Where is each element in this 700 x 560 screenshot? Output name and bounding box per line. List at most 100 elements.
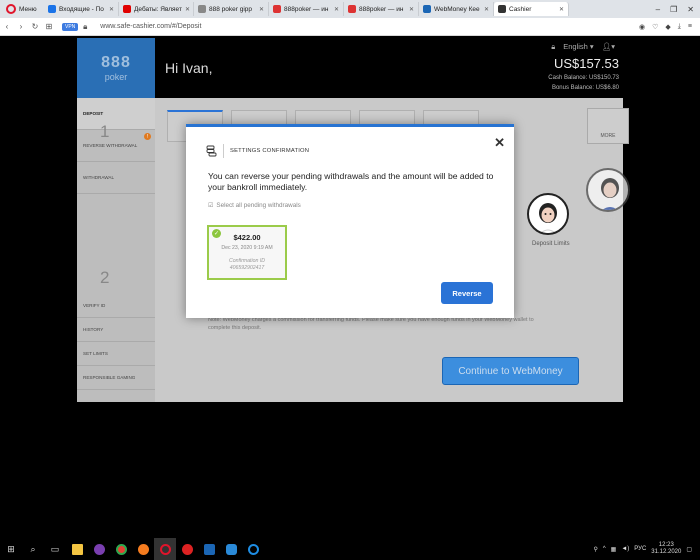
browser-tab[interactable]: 888 poker gipp ✕ [194,2,269,16]
sidebar-item-reverse-withdrawal[interactable]: Reverse withdrawal ! [77,130,155,162]
browser-tab[interactable]: Входящие - По ✕ [44,2,119,16]
close-icon[interactable]: ✕ [494,135,505,151]
tab-label: Входящие - По [59,5,104,13]
search-icon[interactable]: ⌕ [22,538,44,560]
language-selector[interactable]: English ▾ [563,42,593,52]
download-icon[interactable]: ⤓ [678,23,681,31]
opera-logo-icon [6,4,16,14]
help-avatar[interactable] [586,168,630,212]
browser-tab[interactable]: WebMoney Кее ✕ [419,2,494,16]
tor-browser-icon[interactable] [88,538,110,560]
vpn-badge[interactable]: VPN [62,22,79,31]
greeting: Hi Ivan, [165,60,213,76]
888poker-logo: 888 poker [77,38,155,98]
bonus-balance: Bonus Balance: US$6.80 [551,85,619,91]
forward-icon[interactable]: › [14,22,28,31]
heart-icon[interactable]: ♡ [652,23,658,31]
app-blue-icon[interactable] [198,538,220,560]
speed-dial-icon[interactable]: ⊞ [42,22,56,31]
support-avatar[interactable] [527,193,569,235]
tab-close-icon[interactable]: ✕ [559,6,564,13]
tab-close-icon[interactable]: ✕ [484,6,489,13]
reverse-button[interactable]: Reverse [441,282,493,304]
tab-favicon-icon [198,5,206,13]
settings-confirmation-modal: SETTINGS CONFIRMATION ✕ You can reverse … [186,124,514,318]
header-divider [223,144,224,158]
help-label[interactable]: Help? [600,216,616,222]
menu-label: Меню [19,5,37,13]
more-payments-button[interactable]: MORE [587,108,629,144]
sidebar-item-responsible-gaming[interactable]: Responsible Gaming [77,366,155,390]
maximize-icon[interactable]: ❐ [670,5,677,14]
tab-favicon-icon [348,5,356,13]
select-all-label: Select all pending withdrawals [216,202,301,209]
select-all-checkbox[interactable]: ☑ Select all pending withdrawals [208,202,301,209]
tab-label: 888poker — ин [359,5,404,13]
clock[interactable]: 12:23 31.12.2020 [651,542,681,556]
site-header: 888 poker Hi Ivan, 🔒︎ English ▾ 👤︎▾ US$1… [77,38,623,98]
browser-tab[interactable]: Cashier ✕ [494,2,569,16]
modal-header: SETTINGS CONFIRMATION [206,144,309,158]
confirmation-id-value: 406592902417 [229,265,265,271]
tab-close-icon[interactable]: ✕ [334,6,339,13]
windows-taskbar: ⊞ ⌕ ▭ ⚲ ^ ▦ ◄) РУС 12:23 31.12.2020 ▢ [0,538,700,560]
minimize-icon[interactable]: – [656,5,660,14]
confirmation-id-label: Confirmation ID [228,258,266,264]
back-icon[interactable]: ‹ [0,22,14,31]
opera-taskbar-icon[interactable] [154,538,176,560]
tray-volume-icon[interactable]: ◄) [621,546,629,552]
address-bar: ‹ › ↻ ⊞ VPN 🔒︎ www.safe-cashier.com/#/De… [0,18,700,36]
shield-icon[interactable]: ◆ [665,23,670,31]
user-icon[interactable]: 👤︎▾ [602,42,615,52]
tab-close-icon[interactable]: ✕ [109,6,114,13]
camera-icon[interactable]: ◉ [639,23,645,31]
modal-title: SETTINGS CONFIRMATION [230,148,310,154]
close-window-icon[interactable]: ✕ [687,5,694,14]
modal-message: You can reverse your pending withdrawals… [208,171,494,192]
file-explorer-icon[interactable] [66,538,88,560]
lock-icon: 🔒︎ [83,21,88,31]
opera-menu-button[interactable]: Меню [0,4,44,14]
browser-tab[interactable]: Дебаты: Являет ✕ [119,2,194,16]
chrome-icon[interactable] [110,538,132,560]
task-view-icon[interactable]: ▭ [44,538,66,560]
app-shield-icon[interactable] [220,538,242,560]
deposit-limits-link[interactable]: Deposit Limits [532,241,570,247]
sidebar: Deposit Reverse withdrawal ! Withdrawal … [77,98,155,402]
menu-icon[interactable]: ≡ [688,23,692,31]
sidebar-item-verify-id[interactable]: Verify ID [77,294,155,318]
tab-label: 888poker — ин [284,5,329,13]
pending-withdrawal-card[interactable]: ✓ $422.00 Dec 23, 2020 9:19 AM Confirmat… [207,225,287,280]
notifications-icon[interactable]: ▢ [686,546,692,553]
browser-tab[interactable]: 888poker — ин ✕ [269,2,344,16]
tab-favicon-icon [123,5,131,13]
tab-close-icon[interactable]: ✕ [185,6,190,13]
cash-balance: Cash Balance: US$150.73 [548,75,619,81]
firefox-icon[interactable] [132,538,154,560]
browser-tab[interactable]: 888poker — ин ✕ [344,2,419,16]
window-controls: – ❐ ✕ [656,5,700,14]
tab-favicon-icon [498,5,506,13]
sidebar-item-set-limits[interactable]: Set Limits [77,342,155,366]
app-circle-icon[interactable] [242,538,264,560]
tab-favicon-icon [423,5,431,13]
checkbox-check-icon: ☑ [208,203,214,209]
tab-close-icon[interactable]: ✕ [409,6,414,13]
tray-person-icon[interactable]: ⚲ [593,546,597,553]
total-balance: US$157.53 [553,56,619,71]
tab-close-icon[interactable]: ✕ [259,6,264,13]
reload-icon[interactable]: ↻ [28,22,42,31]
coins-icon [206,145,217,157]
url-field[interactable]: www.safe-cashier.com/#/Deposit [100,23,201,30]
app-red-icon[interactable] [176,538,198,560]
tray-language[interactable]: РУС [634,546,646,552]
sidebar-item-deposit[interactable]: Deposit [77,98,155,130]
tray-network-icon[interactable]: ▦ [611,546,617,553]
windows-start-icon[interactable]: ⊞ [0,538,22,560]
help-agent-icon [601,178,619,210]
continue-to-webmoney-button[interactable]: Continue to WebMoney [442,357,579,385]
tray-arrow-icon[interactable]: ^ [603,546,606,552]
sidebar-item-withdrawal[interactable]: Withdrawal [77,162,155,194]
sidebar-item-history[interactable]: History [77,318,155,342]
